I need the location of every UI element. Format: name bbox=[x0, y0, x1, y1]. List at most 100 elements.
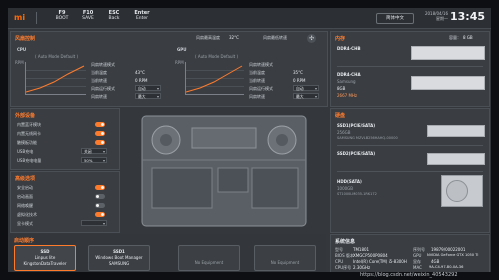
advanced-row-label: 安全启动 bbox=[17, 185, 33, 190]
fan-icon[interactable]: ✣ bbox=[307, 34, 316, 43]
system-info-panel: 系统信息 型号 TM1801 BIOS 版本 XMGCP500P0804 CPU… bbox=[330, 234, 490, 272]
advanced-title: 高级选项 bbox=[15, 176, 36, 182]
memory-panel: 内存 容量： 8 GB DDR4-CHB DDR4-CHA Samsung 8G… bbox=[330, 31, 490, 107]
drive-model: ST1000LM035-1RK172 bbox=[337, 192, 377, 196]
secure-boot-toggle[interactable] bbox=[95, 185, 105, 190]
sysinfo-label: MAC bbox=[413, 265, 422, 270]
gpu-row-label: 当前转速 bbox=[249, 78, 265, 83]
gpu-fan-mode-select[interactable]: 自动 bbox=[293, 85, 319, 92]
gpu-chart-unit: RPM bbox=[175, 60, 184, 65]
gpu-row-label: 当前温度 bbox=[249, 70, 265, 75]
gpu-rpm-value: 0 RPM bbox=[293, 78, 306, 83]
bluetooth-toggle[interactable] bbox=[95, 122, 105, 127]
sysinfo-label: GPU bbox=[413, 253, 422, 258]
touchpad-toggle[interactable] bbox=[95, 140, 105, 145]
sysinfo-label: CPU序号 bbox=[335, 265, 352, 270]
gpu-row-label: 风扇运行模式 bbox=[249, 86, 273, 91]
gpu-row-label: 风扇转速模式 bbox=[249, 62, 273, 67]
wifi-toggle[interactable] bbox=[95, 131, 105, 136]
cpu-fan-curve-chart[interactable] bbox=[25, 62, 86, 95]
system-info-title: 系统信息 bbox=[335, 239, 356, 245]
boot-item-line: SSD1 bbox=[113, 249, 125, 254]
sysinfo-value: 9A-C4-97-B0-0A-36 bbox=[429, 265, 464, 269]
graphics-mode-select[interactable] bbox=[81, 220, 107, 227]
ram-size: 8GB bbox=[337, 86, 346, 91]
boot-item-line: KingstonDataTraveler bbox=[23, 261, 67, 266]
usb-charge-select[interactable]: 关闭 bbox=[81, 148, 107, 155]
divider bbox=[337, 171, 483, 172]
ram-speed: 2667 MHz bbox=[337, 93, 358, 98]
cpu-chart-title: ( Auto Mode Default ) bbox=[35, 54, 79, 59]
f10-key-hint[interactable]: F10 SAVE bbox=[74, 11, 102, 22]
cpu-row-label: 当前温度 bbox=[91, 70, 107, 75]
memory-total-label: 容量： bbox=[449, 35, 461, 40]
ram-slot-name: DDR4-CHB bbox=[337, 46, 361, 51]
peripheral-row-label: 触摸板功能 bbox=[17, 140, 37, 145]
boot-item-3[interactable]: No Equipment bbox=[178, 245, 240, 271]
advanced-panel: 高级选项 安全启动 启动画面 网络唤醒 虚拟化技术 显卡模式 bbox=[10, 171, 120, 233]
gpu-row-label: 风扇转速 bbox=[249, 94, 265, 99]
wake-on-lan-toggle[interactable] bbox=[95, 203, 105, 208]
cpu-fan-mode-select[interactable]: 自动 bbox=[135, 85, 161, 92]
peripheral-row-label: 内置无线网卡 bbox=[17, 131, 41, 136]
virtualization-toggle[interactable] bbox=[95, 212, 105, 217]
drive-model: SAMSUNG MZVLB256HAHQ-00000 bbox=[337, 136, 398, 140]
ram-slot-name: DDR4-CHA bbox=[337, 72, 361, 77]
peripheral-row-label: 内置蓝牙模块 bbox=[17, 122, 41, 127]
cpu-chart-unit: RPM bbox=[15, 60, 24, 65]
gpu-temp-value: 35°C bbox=[293, 70, 303, 75]
divider bbox=[36, 12, 37, 24]
fan-control-panel: 风扇控制 风扇最高温度 32°C 风扇最低转速 ✣ CPU ( Auto Mod… bbox=[10, 31, 328, 107]
cpu-fan-speed-select[interactable]: 最大 bbox=[135, 93, 161, 100]
f10-label: SAVE bbox=[82, 16, 94, 21]
enter-label: Enter bbox=[135, 16, 149, 21]
fan-max-temp-label: 风扇最高温度 bbox=[196, 35, 220, 40]
boot-item-1[interactable]: SSD Linpus lite KingstonDataTraveler bbox=[14, 245, 76, 271]
cpu-fan-curve bbox=[26, 65, 85, 93]
drive-name: SSD1(PCIE/SATA) bbox=[337, 123, 376, 128]
storage-panel: 硬盘 SSD1(PCIE/SATA) 256GB SAMSUNG MZVLB25… bbox=[330, 108, 490, 233]
cpu-fan-label: CPU bbox=[17, 47, 27, 52]
cpu-row-label: 风扇转速模式 bbox=[91, 62, 115, 67]
boot-item-2[interactable]: SSD1 Windows Boot Manager SAMSUNG bbox=[88, 245, 150, 271]
bios-screen: mi F9 BOOT F10 SAVE ESC Back Enter Enter… bbox=[8, 8, 491, 272]
language-selector[interactable]: 简体中文 bbox=[376, 13, 414, 24]
advanced-row-label: 虚拟化技术 bbox=[17, 212, 37, 217]
laptop-board-icon bbox=[141, 115, 307, 227]
hdd-icon bbox=[441, 175, 483, 207]
sysinfo-value: XMGCP500P0804 bbox=[353, 253, 388, 258]
boot-order-title: 启动顺序 bbox=[14, 238, 35, 244]
esc-label: Back bbox=[108, 16, 120, 21]
sysinfo-value: Intel(R) Core(TM) i5-8300H bbox=[353, 259, 407, 264]
f9-key-hint[interactable]: F9 BOOT bbox=[48, 11, 76, 22]
cpu-row-label: 当前转速 bbox=[91, 78, 107, 83]
drive-size: 256GB bbox=[337, 130, 351, 135]
gpu-fan-curve bbox=[186, 65, 243, 93]
gpu-fan-speed-select[interactable]: 最大 bbox=[293, 93, 319, 100]
fan-control-title: 风扇控制 bbox=[15, 36, 36, 42]
top-bar: mi F9 BOOT F10 SAVE ESC Back Enter Enter… bbox=[8, 8, 491, 29]
gpu-fan-label: GPU bbox=[177, 47, 187, 52]
esc-key-hint[interactable]: ESC Back bbox=[100, 11, 128, 22]
boot-item-line: No Equipment bbox=[270, 260, 300, 265]
peripheral-panel: 外部设备 内置蓝牙模块 内置无线网卡 触摸板功能 USB充电 关闭 USB充电电… bbox=[10, 108, 120, 170]
gpu-fan-curve-chart[interactable] bbox=[185, 62, 244, 95]
boot-logo-toggle[interactable] bbox=[95, 194, 105, 199]
usb-charge-level-select[interactable]: 50% bbox=[81, 157, 107, 164]
sysinfo-value: 19879/00022001 bbox=[431, 247, 466, 252]
advanced-row-label: 启动画面 bbox=[17, 194, 33, 199]
f9-label: BOOT bbox=[55, 16, 69, 21]
ram-brand: Samsung bbox=[337, 79, 356, 84]
cpu-rpm-value: 0 RPM bbox=[135, 78, 148, 83]
drive-name: SSD2(PCIE/SATA) bbox=[337, 151, 376, 156]
drive-size: 1000GB bbox=[337, 186, 354, 191]
sysinfo-value: 2.30GHz bbox=[353, 265, 371, 270]
advanced-row-label: 显卡模式 bbox=[17, 221, 33, 226]
boot-item-line: SAMSUNG bbox=[108, 261, 130, 266]
divider bbox=[337, 66, 483, 67]
boot-item-4[interactable]: No Equipment bbox=[254, 245, 316, 271]
enter-key-hint[interactable]: Enter Enter bbox=[128, 11, 156, 22]
ssd-icon bbox=[427, 125, 485, 137]
peripheral-row-label: USB充电 bbox=[17, 149, 34, 154]
gpu-chart-title: ( Auto Mode Default ) bbox=[195, 54, 239, 59]
